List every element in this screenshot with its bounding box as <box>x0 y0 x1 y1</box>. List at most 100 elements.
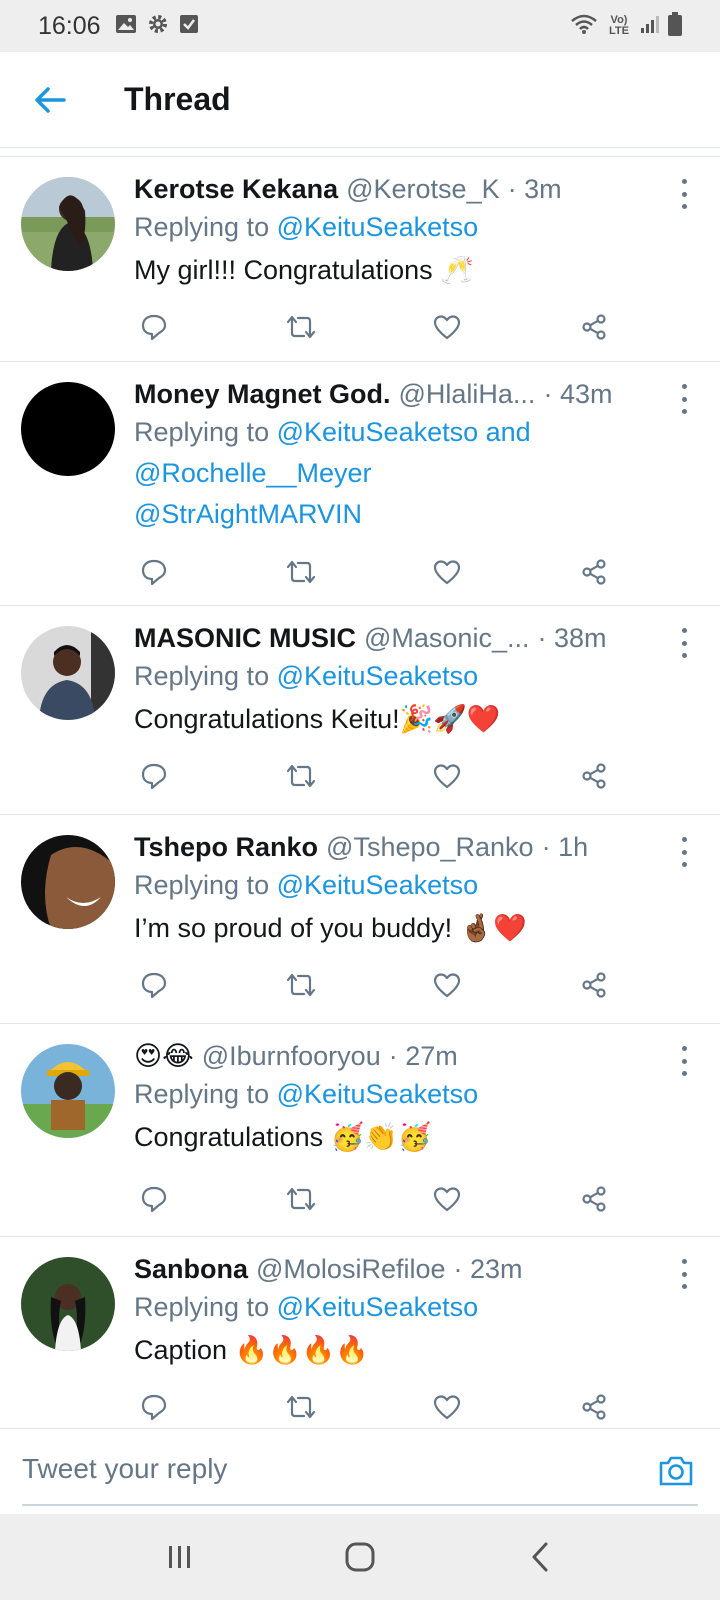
tweet-header: Money Magnet God. @HlaliHa... · 43m <box>134 376 674 412</box>
tweet-time: · 43m <box>543 379 613 409</box>
share-button[interactable] <box>574 756 614 796</box>
share-button[interactable] <box>574 965 614 1005</box>
more-options-button[interactable] <box>674 837 694 867</box>
tweet[interactable]: MASONIC MUSIC @Masonic_... · 38m Replyin… <box>0 606 720 815</box>
tweet[interactable]: Tshepo Ranko @Tshepo_Ranko · 1h Replying… <box>0 815 720 1024</box>
tweet[interactable]: 😍😂 @Iburnfooryou · 27m Replying to @Keit… <box>0 1024 720 1237</box>
author-handle[interactable]: @Kerotse_K <box>346 171 499 207</box>
tweet-actions <box>134 552 614 592</box>
tweet[interactable]: Kerotse Kekana @Kerotse_K · 3m Replying … <box>0 157 720 362</box>
mention-link[interactable]: @StrAightMARVIN <box>134 499 362 529</box>
mention-link[interactable]: @KeituSeaketso <box>277 1079 479 1109</box>
author-name[interactable]: Kerotse Kekana <box>134 171 338 207</box>
replying-prefix: Replying to <box>134 212 277 242</box>
avatar[interactable] <box>21 626 115 720</box>
share-icon <box>582 1394 606 1420</box>
more-options-button[interactable] <box>674 628 694 658</box>
share-icon <box>582 1186 606 1212</box>
avatar[interactable] <box>21 1044 115 1138</box>
avatar[interactable] <box>21 382 115 476</box>
more-options-button[interactable] <box>674 384 694 414</box>
tweet-time: · 27m <box>388 1041 458 1071</box>
back-button[interactable] <box>20 70 80 130</box>
like-button[interactable] <box>427 756 467 796</box>
tweet-body: Kerotse Kekana @Kerotse_K · 3m Replying … <box>134 171 674 292</box>
author-handle[interactable]: @Iburnfooryou <box>202 1038 381 1074</box>
tweet-text: My girl!!! Congratulations 🥂 <box>134 255 474 285</box>
retweet-button[interactable] <box>281 965 321 1005</box>
tweet[interactable]: Sanbona @MolosiRefiloe · 23m Replying to… <box>0 1237 720 1427</box>
mention-link[interactable]: @KeituSeaketso <box>277 212 479 242</box>
reply-icon <box>141 972 167 999</box>
author-name[interactable]: MASONIC MUSIC <box>134 620 356 656</box>
share-button[interactable] <box>574 552 614 592</box>
author-name[interactable]: 😍😂 <box>134 1038 194 1074</box>
battery-icon <box>668 11 682 41</box>
thread-header: Thread <box>0 52 720 148</box>
reply-icon <box>141 1186 167 1213</box>
share-button[interactable] <box>574 307 614 347</box>
mention-link[interactable]: @Rochelle__Meyer <box>134 458 372 488</box>
more-options-button[interactable] <box>674 1046 694 1076</box>
avatar[interactable] <box>21 835 115 929</box>
recent-apps-icon <box>169 1546 190 1568</box>
mention-link[interactable]: @KeituSeaketso <box>277 661 479 691</box>
system-back-button[interactable] <box>510 1527 570 1587</box>
avatar[interactable] <box>21 177 115 271</box>
avatar[interactable] <box>21 1257 115 1351</box>
share-button[interactable] <box>574 1179 614 1219</box>
replying-prefix: Replying to <box>134 417 277 447</box>
reply-input[interactable] <box>22 1449 622 1489</box>
like-button[interactable] <box>427 1179 467 1219</box>
share-icon <box>582 314 606 340</box>
mention-link[interactable]: @KeituSeaketso <box>277 1292 479 1322</box>
like-button[interactable] <box>427 1387 467 1427</box>
mention-link[interactable]: @KeituSeaketso <box>277 870 479 900</box>
signal-icon <box>640 14 660 39</box>
retweet-button[interactable] <box>281 1179 321 1219</box>
tweet-actions <box>134 1387 614 1427</box>
more-options-button[interactable] <box>674 1259 694 1289</box>
retweet-button[interactable] <box>281 756 321 796</box>
retweet-button[interactable] <box>281 552 321 592</box>
tweet-actions <box>134 965 614 1005</box>
reply-button[interactable] <box>134 965 174 1005</box>
tweet-body: Tshepo Ranko @Tshepo_Ranko · 1h Replying… <box>134 829 674 950</box>
tweet[interactable]: Money Magnet God. @HlaliHa... · 43m Repl… <box>0 362 720 606</box>
reply-button[interactable] <box>134 307 174 347</box>
checkbox-notification-icon <box>179 14 199 39</box>
heart-icon <box>434 973 461 998</box>
reply-button[interactable] <box>134 756 174 796</box>
reply-icon <box>141 559 167 586</box>
camera-button[interactable] <box>656 1451 696 1491</box>
mention-link[interactable]: @KeituSeaketso <box>277 417 479 447</box>
more-options-button[interactable] <box>674 179 694 209</box>
replying-to: Replying to @KeituSeaketso <box>134 207 674 248</box>
reply-button[interactable] <box>134 1387 174 1427</box>
retweet-button[interactable] <box>281 307 321 347</box>
retweet-button[interactable] <box>281 1387 321 1427</box>
reply-button[interactable] <box>134 1179 174 1219</box>
recent-apps-button[interactable] <box>150 1527 210 1587</box>
reply-composer <box>0 1428 720 1514</box>
more-vertical-icon <box>681 837 687 842</box>
share-button[interactable] <box>574 1387 614 1427</box>
author-name[interactable]: Tshepo Ranko <box>134 829 318 865</box>
reply-button[interactable] <box>134 552 174 592</box>
replying-to: Replying to @KeituSeaketso <box>134 1074 674 1115</box>
author-name[interactable]: Sanbona <box>134 1251 248 1287</box>
author-handle[interactable]: @HlaliHa... <box>399 376 536 412</box>
retweet-icon <box>286 315 315 339</box>
tweet-text: Congratulations Keitu!🎉🚀❤️ <box>134 704 501 734</box>
home-button[interactable] <box>330 1527 390 1587</box>
reply-feed[interactable]: Kerotse Kekana @Kerotse_K · 3m Replying … <box>0 157 720 1427</box>
author-name[interactable]: Money Magnet God. <box>134 376 391 412</box>
tweet-body: Sanbona @MolosiRefiloe · 23m Replying to… <box>134 1251 674 1372</box>
author-handle[interactable]: @MolosiRefiloe <box>256 1251 445 1287</box>
author-handle[interactable]: @Tshepo_Ranko <box>326 829 534 865</box>
share-icon <box>582 763 606 789</box>
like-button[interactable] <box>427 552 467 592</box>
author-handle[interactable]: @Masonic_... <box>364 620 529 656</box>
like-button[interactable] <box>427 965 467 1005</box>
like-button[interactable] <box>427 307 467 347</box>
